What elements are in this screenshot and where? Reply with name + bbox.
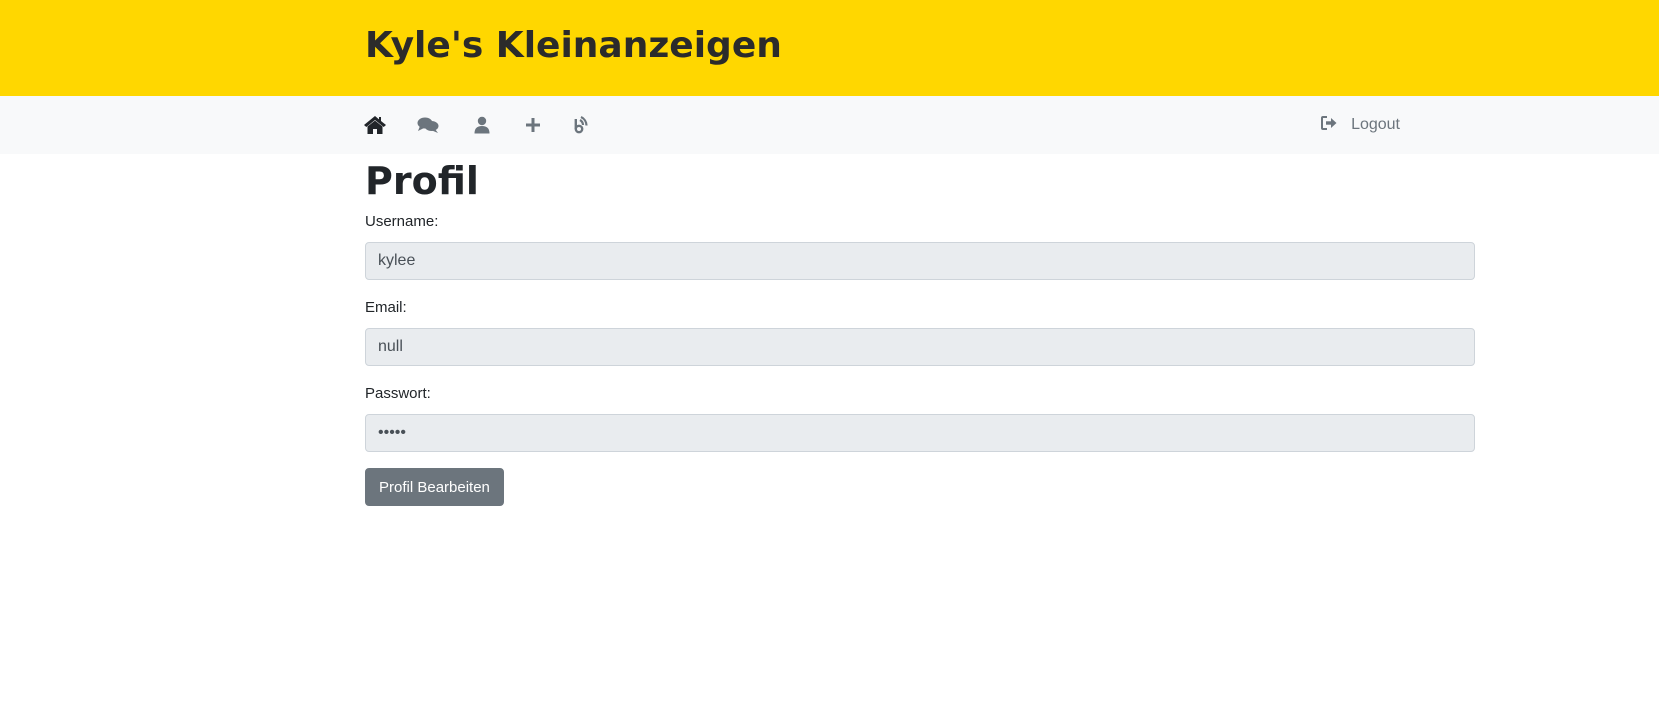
username-label: Username: <box>365 213 439 230</box>
email-field[interactable] <box>365 328 1475 366</box>
password-field[interactable] <box>365 414 1475 452</box>
page-title: Profil <box>365 159 479 203</box>
plus-icon[interactable] <box>520 112 546 138</box>
site-header: Kyle's Kleinanzeigen <box>0 0 1659 96</box>
messages-icon[interactable] <box>415 112 441 138</box>
email-label: Email: <box>365 299 407 316</box>
password-label: Passwort: <box>365 385 431 402</box>
user-icon[interactable] <box>469 112 495 138</box>
site-title[interactable]: Kyle's Kleinanzeigen <box>365 22 782 70</box>
username-field[interactable] <box>365 242 1475 280</box>
logout-label: Logout <box>1351 116 1400 133</box>
feed-icon[interactable] <box>570 112 596 138</box>
edit-profile-button[interactable]: Profil Bearbeiten <box>365 468 504 506</box>
sign-out-icon <box>1321 115 1337 135</box>
logout-link[interactable]: Logout <box>1321 112 1400 138</box>
navbar: Logout <box>0 96 1659 154</box>
home-icon[interactable] <box>362 112 388 138</box>
